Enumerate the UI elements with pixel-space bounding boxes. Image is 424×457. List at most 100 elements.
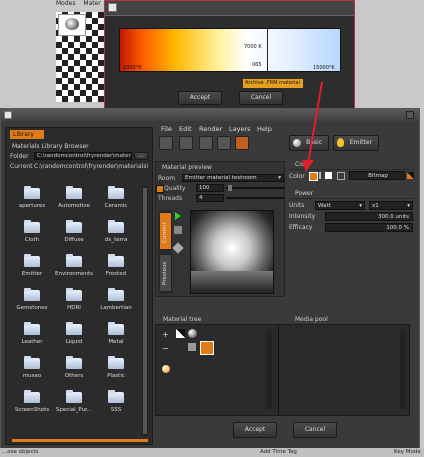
- archive-icon[interactable]: [235, 136, 249, 150]
- folder-item[interactable]: Liquid: [54, 322, 94, 350]
- folder-item[interactable]: museo: [12, 356, 52, 384]
- units-select[interactable]: Watt ▾: [315, 201, 365, 210]
- menu-render[interactable]: Render: [199, 125, 222, 133]
- menu-edit[interactable]: Edit: [179, 125, 192, 133]
- temperature-gradient[interactable]: 7000 K 065 1000°K 15000°K: [119, 28, 341, 72]
- folder-item[interactable]: dx_terra: [96, 220, 136, 248]
- media-scrollbar[interactable]: [400, 329, 406, 409]
- folder-item[interactable]: Emitter: [12, 254, 52, 282]
- cancel-button[interactable]: Cancel: [293, 422, 337, 438]
- browse-folder-button[interactable]: ...: [134, 152, 148, 160]
- status-key-mode[interactable]: Key Mode: [394, 449, 421, 455]
- node-swatch-grey[interactable]: [188, 343, 196, 351]
- tab-previous[interactable]: Previous: [159, 254, 172, 292]
- panel-divider: [278, 325, 279, 415]
- scrollbar-thumb[interactable]: [143, 188, 147, 434]
- close-icon[interactable]: [406, 111, 414, 119]
- folder-item[interactable]: Lambertian: [96, 288, 136, 316]
- intensity-field[interactable]: 300.0 units: [325, 212, 413, 221]
- pointer-arrow: [302, 81, 323, 172]
- bg-tab-material[interactable]: Mater: [83, 0, 100, 7]
- folder-icon: [108, 254, 124, 267]
- threads-field[interactable]: 4: [196, 194, 224, 202]
- bitmap-button[interactable]: Bitmap: [349, 171, 405, 180]
- quality-field[interactable]: 100: [196, 184, 224, 192]
- slider-handle[interactable]: [228, 185, 232, 191]
- color-cancel-button[interactable]: Cancel: [239, 91, 283, 105]
- bg-tab-modes[interactable]: Modes: [56, 0, 75, 7]
- folder-path-field[interactable]: C:\randomcontrol\fryrender\materi: [34, 152, 132, 160]
- material-preview-title: Material preview: [162, 164, 212, 171]
- room-select-value: Emitter material testroom: [185, 175, 257, 181]
- menu-layers[interactable]: Layers: [229, 125, 251, 133]
- folder-icon: [108, 322, 124, 335]
- selected-node[interactable]: [200, 341, 214, 355]
- stop-icon[interactable]: [174, 226, 182, 234]
- library-folder-grid: apertures Automotive Ceramic Cloth Diffu…: [12, 186, 136, 436]
- efficacy-field[interactable]: 100.0 %: [325, 223, 413, 232]
- tree-scrollbar[interactable]: [266, 329, 272, 409]
- folder-item[interactable]: Others: [54, 356, 94, 384]
- library-progress-bar: [12, 439, 148, 442]
- folder-icon: [108, 220, 124, 233]
- folder-item[interactable]: Special_Pur...: [54, 390, 94, 418]
- bitmap-checkbox[interactable]: [337, 172, 345, 180]
- quality-label: Quality: [164, 185, 186, 192]
- menu-help[interactable]: Help: [257, 125, 272, 133]
- folder-icon: [108, 356, 124, 369]
- add-node-icon[interactable]: +: [162, 331, 170, 339]
- folder-item[interactable]: HDRI: [54, 288, 94, 316]
- folder-item[interactable]: Ceramic: [96, 186, 136, 214]
- folder-item[interactable]: Plastic: [96, 356, 136, 384]
- lightbulb-icon: [337, 138, 344, 147]
- folder-item[interactable]: Leather: [12, 322, 52, 350]
- status-bar: ...ose objects Add Time Tag Key Mode: [0, 448, 424, 457]
- quality-slider[interactable]: [226, 185, 284, 191]
- remove-node-icon[interactable]: −: [162, 345, 170, 353]
- save-icon[interactable]: [199, 136, 213, 150]
- folder-icon: [24, 288, 40, 301]
- texture-node-icon[interactable]: [162, 365, 170, 373]
- tab-library[interactable]: Library: [10, 130, 44, 139]
- multiplier-select[interactable]: x1 ▾: [369, 201, 413, 210]
- menu-file[interactable]: File: [161, 125, 172, 133]
- play-icon[interactable]: [175, 212, 181, 220]
- folder-item[interactable]: Metal: [96, 322, 136, 350]
- folder-icon: [24, 220, 40, 233]
- folder-item[interactable]: apertures: [12, 186, 52, 214]
- library-browser-title: Materials Library Browser: [12, 143, 89, 150]
- folder-item[interactable]: Diffuse: [54, 220, 94, 248]
- tab-current[interactable]: Current: [159, 212, 172, 250]
- material-preview-panel: Material preview Room Emitter material t…: [155, 161, 285, 297]
- color-accept-button[interactable]: Accept: [178, 91, 222, 105]
- checker-node-icon[interactable]: [176, 329, 185, 338]
- units-label: Units: [289, 202, 305, 209]
- save-as-icon[interactable]: [217, 136, 231, 150]
- library-scrollbar[interactable]: [142, 186, 148, 436]
- app-icon: [108, 3, 117, 12]
- new-document-icon[interactable]: [159, 136, 173, 150]
- units-select-value: Watt: [318, 203, 331, 209]
- dialog-titlebar: [105, 1, 354, 16]
- folder-item[interactable]: ScreenShots: [12, 390, 52, 418]
- quality-checkbox[interactable]: [156, 185, 164, 193]
- folder-item[interactable]: Frosted: [96, 254, 136, 282]
- eyedropper-icon[interactable]: [172, 242, 184, 254]
- folder-item[interactable]: Gemstones: [12, 288, 52, 316]
- folder-item[interactable]: Automotive: [54, 186, 94, 214]
- temperature-marker[interactable]: [267, 29, 268, 71]
- sphere-icon: [65, 18, 79, 30]
- folder-item[interactable]: SSS: [96, 390, 136, 418]
- accept-button[interactable]: Accept: [233, 422, 277, 438]
- folder-icon: [24, 390, 40, 403]
- status-add-time-tag[interactable]: Add Time Tag: [260, 449, 297, 455]
- material-node-icon[interactable]: [188, 329, 197, 338]
- preview-tabs: Current Previous: [159, 210, 172, 294]
- folder-icon: [108, 288, 124, 301]
- folder-item[interactable]: Cloth: [12, 220, 52, 248]
- threads-slider[interactable]: [226, 197, 284, 199]
- room-select[interactable]: Emitter material testroom ▾: [182, 174, 284, 182]
- bitmap-pick-icon[interactable]: [407, 172, 414, 179]
- open-folder-icon[interactable]: [179, 136, 193, 150]
- folder-item[interactable]: Environments: [54, 254, 94, 282]
